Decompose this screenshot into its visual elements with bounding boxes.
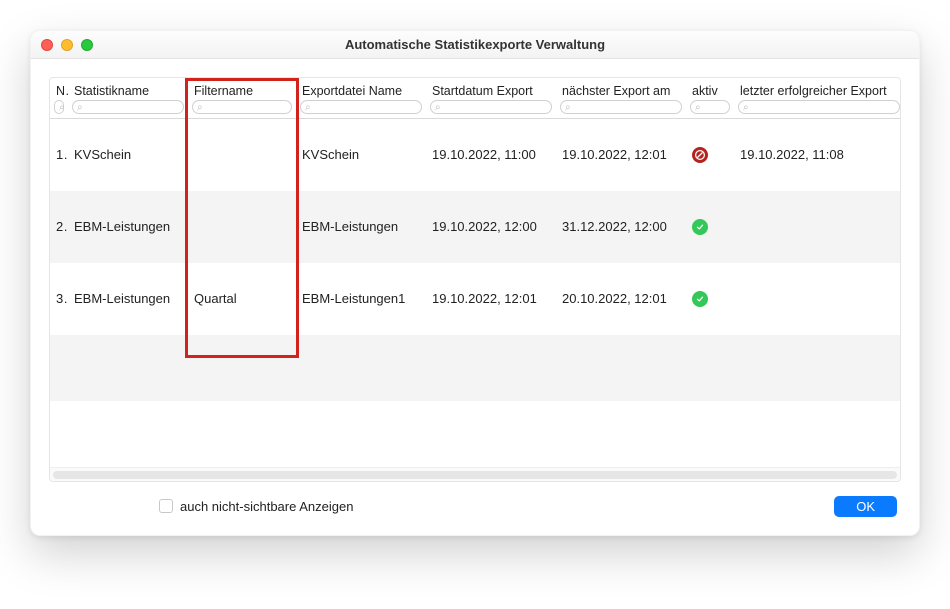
filter-input-exportdatei[interactable]: ⌕ (300, 100, 422, 114)
table-container: N Statistikname Filtername Exportdatei N… (49, 77, 901, 482)
filter-input-startdatum[interactable]: ⌕ (430, 100, 552, 114)
status-inactive-icon (692, 147, 708, 163)
titlebar: Automatische Statistikexporte Verwaltung (31, 31, 919, 59)
cell-letzter (734, 191, 901, 263)
filter-input-naechster[interactable]: ⌕ (560, 100, 682, 114)
empty-row (50, 335, 901, 401)
cell-statistikname: EBM-Leistungen (68, 191, 188, 263)
cell-aktiv (686, 263, 734, 335)
footer: auch nicht-sichtbare Anzeigen OK (49, 482, 901, 521)
cell-naechster: 20.10.2022, 12:01 (556, 263, 686, 335)
table-row[interactable]: 1KVScheinKVSchein19.10.2022, 11:0019.10.… (50, 119, 901, 191)
exports-table: N Statistikname Filtername Exportdatei N… (50, 78, 901, 467)
status-active-icon (692, 219, 708, 235)
cell-startdatum: 19.10.2022, 12:00 (426, 191, 556, 263)
filter-input-aktiv[interactable]: ⌕ (690, 100, 730, 114)
search-icon: ⌕ (197, 102, 203, 113)
content: N Statistikname Filtername Exportdatei N… (31, 59, 919, 535)
ok-button[interactable]: OK (834, 496, 897, 517)
cell-letzter: 19.10.2022, 11:08 (734, 119, 901, 191)
col-header-filtername[interactable]: Filtername (188, 78, 296, 100)
cell-n: 3 (50, 263, 68, 335)
zoom-icon[interactable] (81, 39, 93, 51)
search-icon: ⌕ (77, 102, 83, 113)
cell-letzter (734, 263, 901, 335)
col-header-letzter[interactable]: letzter erfolgreicher Export (734, 78, 901, 100)
show-hidden-checkbox[interactable]: auch nicht-sichtbare Anzeigen (159, 499, 353, 514)
search-icon: ⌕ (695, 102, 701, 113)
cell-filtername (188, 191, 296, 263)
search-icon: ⌕ (743, 102, 749, 113)
traffic-lights (41, 39, 93, 51)
filter-row: ⌕ ⌕ ⌕ ⌕ ⌕ ⌕ ⌕ ⌕ (50, 100, 901, 119)
col-header-n[interactable]: N (50, 78, 68, 100)
cell-exportdatei: EBM-Leistungen (296, 191, 426, 263)
table-row[interactable]: 3EBM-LeistungenQuartalEBM-Leistungen119.… (50, 263, 901, 335)
cell-startdatum: 19.10.2022, 11:00 (426, 119, 556, 191)
scrollbar-thumb[interactable] (53, 471, 897, 479)
checkbox-label: auch nicht-sichtbare Anzeigen (180, 499, 353, 514)
cell-statistikname: EBM-Leistungen (68, 263, 188, 335)
minimize-icon[interactable] (61, 39, 73, 51)
window: Automatische Statistikexporte Verwaltung… (30, 30, 920, 536)
table-row[interactable]: 2EBM-LeistungenEBM-Leistungen19.10.2022,… (50, 191, 901, 263)
window-title: Automatische Statistikexporte Verwaltung (31, 37, 919, 52)
cell-exportdatei: KVSchein (296, 119, 426, 191)
cell-naechster: 19.10.2022, 12:01 (556, 119, 686, 191)
cell-filtername (188, 119, 296, 191)
col-header-naechster[interactable]: nächster Export am (556, 78, 686, 100)
search-icon: ⌕ (59, 102, 65, 113)
filter-input-filtername[interactable]: ⌕ (192, 100, 292, 114)
filter-input-letzter[interactable]: ⌕ (738, 100, 900, 114)
close-icon[interactable] (41, 39, 53, 51)
status-active-icon (692, 291, 708, 307)
cell-startdatum: 19.10.2022, 12:01 (426, 263, 556, 335)
header-row: N Statistikname Filtername Exportdatei N… (50, 78, 901, 100)
cell-n: 1 (50, 119, 68, 191)
cell-naechster: 31.12.2022, 12:00 (556, 191, 686, 263)
search-icon: ⌕ (435, 102, 441, 113)
cell-filtername: Quartal (188, 263, 296, 335)
filter-input-n[interactable]: ⌕ (54, 100, 64, 114)
horizontal-scrollbar[interactable] (50, 467, 900, 481)
cell-n: 2 (50, 191, 68, 263)
empty-row (50, 401, 901, 467)
cell-aktiv (686, 119, 734, 191)
cell-statistikname: KVSchein (68, 119, 188, 191)
search-icon: ⌕ (305, 102, 311, 113)
cell-aktiv (686, 191, 734, 263)
checkbox-icon (159, 499, 173, 513)
search-icon: ⌕ (565, 102, 571, 113)
col-header-aktiv[interactable]: aktiv (686, 78, 734, 100)
col-header-startdatum[interactable]: Startdatum Export (426, 78, 556, 100)
col-header-statistikname[interactable]: Statistikname (68, 78, 188, 100)
filter-input-statistikname[interactable]: ⌕ (72, 100, 184, 114)
col-header-exportdatei[interactable]: Exportdatei Name (296, 78, 426, 100)
cell-exportdatei: EBM-Leistungen1 (296, 263, 426, 335)
